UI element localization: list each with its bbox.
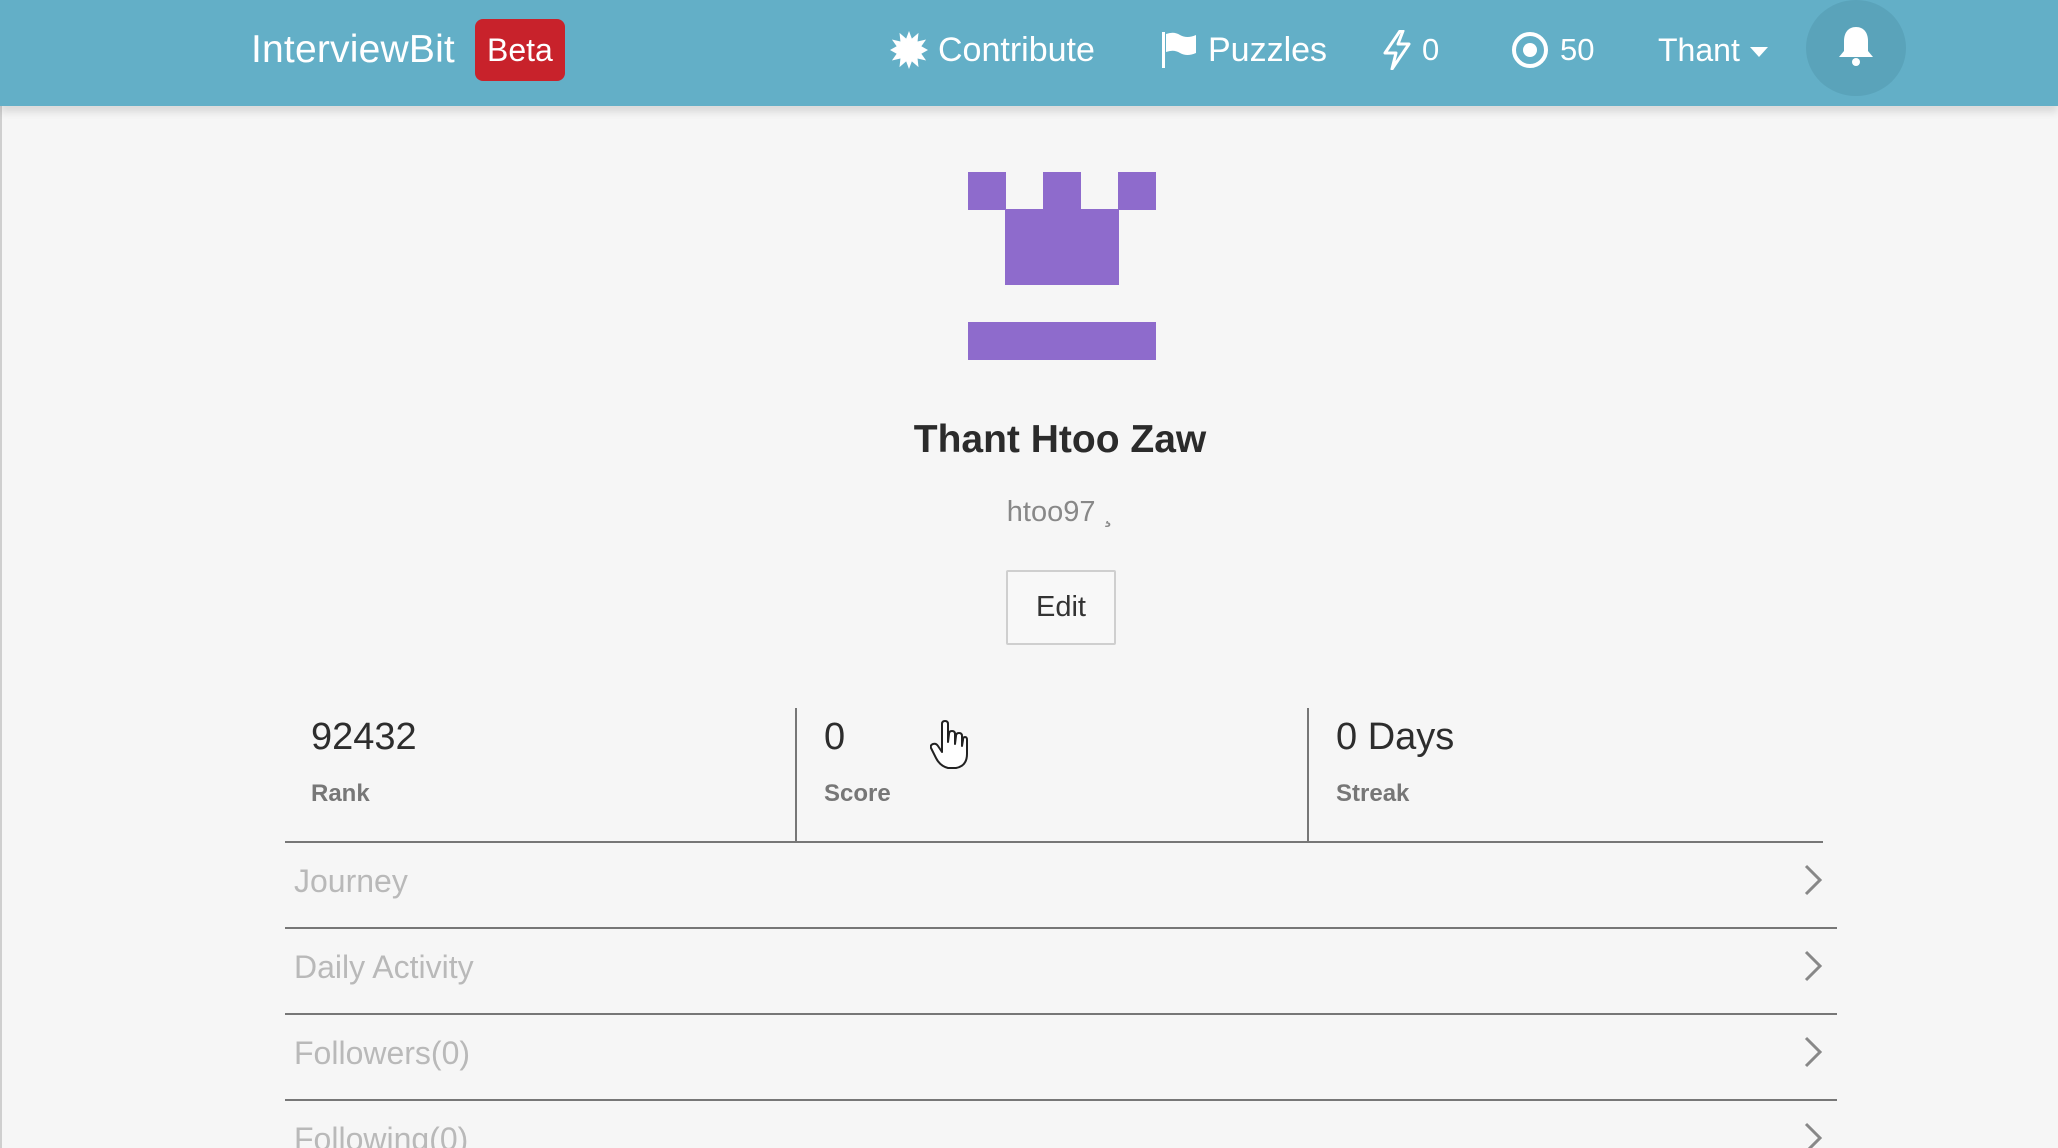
target-icon [1510,30,1550,70]
score-value: 0 [824,716,846,758]
avatar [968,172,1156,360]
stat-divider [795,708,797,842]
chevron-right-icon [1803,1121,1823,1148]
user-name: Thant [1658,31,1740,68]
section-label: Daily Activity [294,949,474,985]
chevron-down-icon [1749,47,1768,57]
user-menu[interactable]: Thant [1658,20,1768,80]
streak-label: Streak [1336,780,1410,807]
section-label: Journey [294,863,408,899]
streak-count: 0 [1422,32,1440,67]
hand-cursor-icon [929,720,968,775]
streak-indicator[interactable]: 0 [1382,20,1439,80]
contribute-icon [890,31,928,69]
brand-link[interactable]: InterviewBit Beta [251,19,565,81]
section-label: Followers(0) [294,1035,471,1071]
profile-name: Thant Htoo Zaw [913,418,1207,461]
notifications-button[interactable] [1806,0,1906,96]
streak-value: 0 Days [1336,716,1455,758]
bell-icon [1836,24,1876,73]
stat-divider [1307,708,1309,842]
top-navbar: InterviewBit Beta Contribute Puzzles 0 5… [0,0,2058,106]
profile-handle: htoo97 ¸ [1006,496,1114,528]
brand-name: InterviewBit [251,28,455,71]
puzzles-label: Puzzles [1208,30,1328,69]
beta-badge: Beta [474,19,565,81]
window-edge [0,0,2,1148]
contribute-link[interactable]: Contribute [890,20,1095,80]
chevron-right-icon [1803,863,1823,902]
section-followers[interactable]: Followers(0) [285,1015,1837,1101]
chevron-right-icon [1803,1035,1823,1074]
contribute-label: Contribute [938,30,1095,69]
puzzles-link[interactable]: Puzzles [1160,20,1327,80]
coins-count: 50 [1560,32,1595,67]
edit-button[interactable]: Edit [1006,570,1116,645]
chevron-right-icon [1803,949,1823,988]
score-label: Score [824,780,891,807]
flag-icon [1160,31,1198,69]
coins-indicator[interactable]: 50 [1510,20,1594,80]
rank-value: 92432 [311,716,417,758]
section-following[interactable]: Following(0) [285,1101,1837,1148]
section-daily-activity[interactable]: Daily Activity [285,929,1837,1015]
rank-label: Rank [311,780,370,807]
section-label: Following(0) [294,1121,469,1148]
section-journey[interactable]: Journey [285,843,1837,929]
bolt-icon [1382,30,1412,70]
